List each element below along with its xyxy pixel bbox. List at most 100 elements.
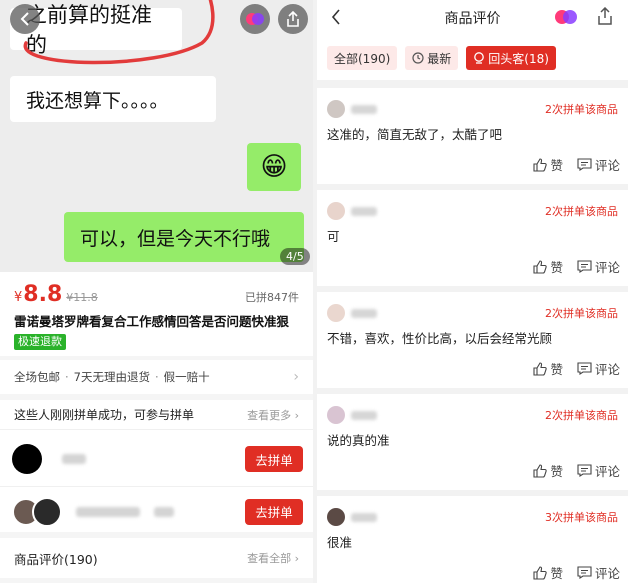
comment-icon	[577, 260, 592, 273]
like-button[interactable]: 赞	[533, 155, 563, 174]
like-button[interactable]: 赞	[533, 563, 563, 582]
repeat-purchase-badge: 2次拼单该商品	[545, 205, 618, 218]
comment-label: 评论	[594, 362, 620, 377]
guarantee-item: 7天无理由退货	[73, 370, 150, 384]
like-label: 赞	[550, 362, 563, 377]
price: 8.8	[23, 282, 63, 307]
back-button[interactable]	[331, 6, 341, 30]
comment-button[interactable]: 评论	[577, 155, 620, 174]
like-button[interactable]: 赞	[533, 257, 563, 276]
chat-bubble-sent-emoji: 😁	[247, 143, 301, 191]
thumbs-up-icon	[533, 259, 548, 274]
product-info: ¥ 8.8 ¥11.8 已拼847件 雷诺曼塔罗牌看复合工作感情回答是否问题快准…	[0, 272, 313, 356]
separator-dot: ·	[65, 370, 69, 384]
page-title: 商品评价	[444, 11, 501, 27]
review-text: 这准的，简直无敌了，太酷了吧	[327, 127, 503, 142]
separator-dot: ·	[154, 370, 159, 384]
review-text: 说的真的准	[327, 433, 390, 448]
blurred-username	[351, 308, 377, 318]
chevron-left-icon	[331, 9, 340, 25]
review-item: 2次拼单该商品这准的，简直无敌了，太酷了吧赞 评论	[317, 88, 628, 184]
filter-latest[interactable]: 最新	[405, 46, 459, 70]
sold-count: 已拼847件	[245, 291, 299, 304]
blurred-username	[76, 506, 140, 517]
group-row: 去拼单	[0, 434, 313, 484]
blurred-username	[62, 454, 86, 464]
filter-all[interactable]: 全部(190)	[327, 46, 398, 70]
avatar	[12, 444, 42, 474]
pdd-logo-button[interactable]	[240, 4, 270, 34]
share-button[interactable]	[278, 4, 308, 34]
thumbs-up-icon	[533, 157, 548, 172]
repeat-purchase-badge: 2次拼单该商品	[545, 409, 618, 422]
avatar	[327, 100, 345, 118]
currency-symbol: ¥	[14, 290, 23, 305]
repeat-purchase-badge: 2次拼单该商品	[545, 103, 618, 116]
review-text: 可	[327, 229, 340, 244]
share-icon	[598, 6, 612, 25]
share-button[interactable]	[597, 6, 613, 29]
filter-repeat-buyers[interactable]: 回头客(18)	[466, 46, 556, 70]
share-icon	[287, 11, 299, 27]
thumbs-up-icon	[533, 361, 548, 376]
join-group-button[interactable]: 去拼单	[245, 446, 303, 472]
comment-button[interactable]: 评论	[577, 563, 620, 582]
reviews-link[interactable]: 商品评价(190) 查看全部 ›	[0, 538, 313, 578]
heart-logo-icon	[555, 10, 577, 24]
thumbs-up-icon	[533, 463, 548, 478]
guarantee-bar[interactable]: 全场包邮 · 7天无理由退货 · 假一赔十 ›	[0, 360, 313, 394]
view-all-link[interactable]: 查看全部 ›	[247, 550, 299, 566]
review-text: 不错，喜欢，性价比高，以后会经常光顾	[327, 331, 553, 346]
pdd-logo-button[interactable]	[555, 9, 577, 29]
join-group-button[interactable]: 去拼单	[245, 498, 303, 525]
image-pager: 4/5	[280, 248, 310, 265]
group-heading: 这些人刚刚拼单成功，可参与拼单	[14, 408, 195, 422]
header: 商品评价	[317, 0, 628, 36]
reviews-link-label: 商品评价(190)	[14, 551, 98, 567]
product-title: 雷诺曼塔罗牌看复合工作感情回答是否问题快准狠	[14, 314, 290, 329]
heart-logo-icon	[246, 13, 264, 25]
avatar	[327, 202, 345, 220]
like-label: 赞	[550, 464, 563, 479]
comment-icon	[577, 362, 592, 375]
group-buy-section: 这些人刚刚拼单成功，可参与拼单 查看更多 › 去拼单 去拼单	[0, 400, 313, 532]
chevron-left-icon	[20, 12, 29, 26]
view-more-link[interactable]: 查看更多 ›	[247, 407, 299, 423]
review-text: 很准	[327, 535, 353, 550]
avatar	[327, 508, 345, 526]
avatar	[32, 496, 62, 527]
group-row: 去拼单	[0, 486, 313, 536]
like-button[interactable]: 赞	[533, 461, 563, 480]
comment-button[interactable]: 评论	[577, 359, 620, 378]
back-button[interactable]	[10, 4, 40, 34]
like-button[interactable]: 赞	[533, 359, 563, 378]
filter-bar: 全部(190) 最新 回头客(18)	[317, 36, 628, 80]
like-label: 赞	[550, 260, 563, 275]
fast-refund-badge: 极速退款	[14, 334, 66, 350]
avatar	[327, 406, 345, 424]
chevron-right-icon: ›	[293, 369, 299, 385]
review-item: 2次拼单该商品说的真的准赞 评论	[317, 394, 628, 490]
comment-button[interactable]: 评论	[577, 257, 620, 276]
review-item: 2次拼单该商品可赞 评论	[317, 190, 628, 286]
comment-label: 评论	[594, 566, 620, 581]
clock-icon	[412, 52, 424, 64]
guarantee-item: 全场包邮	[14, 370, 60, 384]
review-item: 2次拼单该商品不错，喜欢，性价比高，以后会经常光顾赞 评论	[317, 292, 628, 388]
review-item: 3次拼单该商品很准赞 评论	[317, 496, 628, 583]
repeat-customer-icon	[474, 52, 485, 64]
product-page: 之前算的挺准的 我还想算下。。。。 😁 可以，但是今天不行哦 4/5 ¥ 8.8	[0, 0, 313, 583]
like-label: 赞	[550, 158, 563, 173]
repeat-purchase-badge: 2次拼单该商品	[545, 307, 618, 320]
avatar	[327, 304, 345, 322]
comment-button[interactable]: 评论	[577, 461, 620, 480]
original-price: ¥11.8	[66, 291, 98, 304]
comment-icon	[577, 566, 592, 579]
repeat-purchase-badge: 3次拼单该商品	[545, 511, 618, 524]
thumbs-up-icon	[533, 565, 548, 580]
comment-icon	[577, 464, 592, 477]
screenshot-root: 之前算的挺准的 我还想算下。。。。 😁 可以，但是今天不行哦 4/5 ¥ 8.8	[0, 0, 628, 583]
blurred-username	[154, 506, 174, 517]
comment-label: 评论	[594, 464, 620, 479]
like-label: 赞	[550, 566, 563, 581]
